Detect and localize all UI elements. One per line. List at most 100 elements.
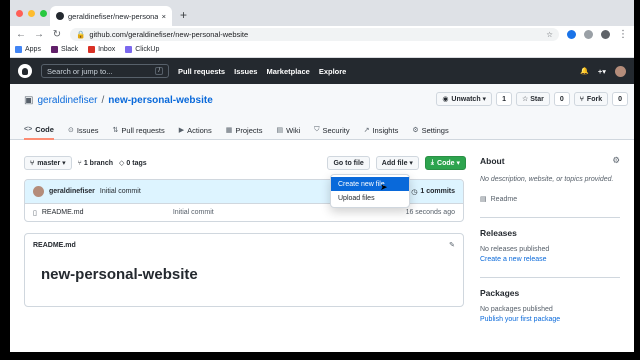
file-toolbar: ⑂ master ▾ ⑂ 1 branch ◇ 0 tags Go to file A…: [24, 155, 466, 171]
url-text: github.com/geraldinefiser/new-personal-w…: [89, 29, 249, 39]
nav-issues[interactable]: Issues: [234, 67, 257, 76]
repo-title-separator: /: [101, 95, 105, 106]
graph-icon: ↗: [363, 127, 370, 134]
browser-menu-icon[interactable]: ⋮: [618, 29, 628, 40]
tab-settings[interactable]: ⚙ Settings: [412, 120, 448, 140]
bookmark-star-icon[interactable]: ☆: [546, 30, 553, 39]
tab-code[interactable]: <> Code: [24, 120, 54, 140]
url-bar[interactable]: 🔒 github.com/geraldinefiser/new-personal…: [70, 27, 559, 41]
star-count[interactable]: 0: [553, 92, 570, 106]
repo-nav: <> Code ⊙ Issues ⇅ Pull requests ▶ Actions ▦…: [24, 120, 449, 140]
tab-projects[interactable]: ▦ Projects: [226, 120, 263, 140]
shield-icon: ⛉: [314, 126, 320, 133]
tab-pull-requests[interactable]: ⇅ Pull requests: [113, 120, 165, 140]
user-avatar[interactable]: [615, 65, 626, 77]
about-heading: About ⚙: [480, 155, 620, 166]
create-new-file-item[interactable]: Create new file: [331, 177, 409, 191]
bookmark-inbox[interactable]: Inbox: [88, 46, 115, 53]
back-icon[interactable]: ←: [16, 29, 26, 40]
close-window-button[interactable]: [16, 10, 23, 17]
commit-message[interactable]: Initial commit: [100, 188, 141, 195]
tab-insights[interactable]: ↗ Insights: [364, 120, 399, 140]
watch-count[interactable]: 1: [496, 92, 512, 106]
minimize-window-button[interactable]: [28, 10, 35, 17]
repo-description: No description, website, or topics provi…: [480, 176, 614, 183]
upload-files-item[interactable]: Upload files: [331, 191, 409, 205]
extension-icon[interactable]: [584, 29, 593, 39]
file-commit-message[interactable]: Initial commit: [173, 209, 401, 216]
releases-heading: Releases: [480, 228, 517, 238]
extension-icon[interactable]: [567, 29, 576, 39]
eye-icon: ◉: [442, 96, 449, 103]
star-button[interactable]: ☆ Star: [515, 92, 550, 106]
history-icon: ◷: [411, 188, 418, 196]
packages-section: Packages No packages published Publish y…: [480, 277, 620, 323]
nav-pull-requests[interactable]: Pull requests: [178, 67, 225, 76]
pull-request-icon: ⇅: [112, 127, 119, 134]
fork-icon: ⑂: [579, 95, 584, 103]
project-icon: ▦: [225, 127, 233, 134]
play-icon: ▶: [178, 127, 185, 134]
readme-header: README.md ✎: [25, 234, 463, 256]
create-release-link[interactable]: Create a new release: [480, 256, 620, 263]
profile-avatar[interactable]: [601, 29, 610, 39]
tab-security[interactable]: ⛉ Security: [314, 120, 349, 140]
tab-actions[interactable]: ▶ Actions: [179, 120, 212, 140]
lock-icon: 🔒: [76, 29, 86, 39]
tag-icon: ◇: [119, 160, 125, 167]
forward-icon[interactable]: →: [34, 29, 44, 40]
apps-icon: [15, 46, 22, 53]
tags-link[interactable]: ◇ 0 tags: [119, 159, 147, 168]
releases-empty: No releases published: [480, 246, 550, 253]
tab-close-icon[interactable]: ×: [162, 12, 166, 21]
file-icon: ▯: [33, 209, 37, 217]
bookmark-apps[interactable]: Apps: [15, 46, 41, 53]
readme-box: README.md ✎ new-personal-website: [24, 233, 464, 307]
file-name[interactable]: README.md: [42, 209, 168, 216]
bookmark-slack[interactable]: Slack: [50, 46, 78, 53]
readme-link[interactable]: ▤ Readme: [480, 195, 620, 204]
go-to-file-button[interactable]: Go to file: [327, 156, 370, 170]
book-icon: ▤: [480, 196, 487, 203]
branches-link[interactable]: ⑂ 1 branch: [78, 160, 113, 167]
commits-link[interactable]: ◷ 1 commits: [411, 188, 455, 196]
add-file-button[interactable]: Add file ▾: [375, 156, 419, 170]
readme-heading: new-personal-website: [41, 266, 198, 283]
fork-button[interactable]: ⑂ Fork: [573, 92, 609, 106]
slack-icon: [50, 46, 58, 53]
gear-icon[interactable]: ⚙: [612, 155, 620, 166]
repo-name-link[interactable]: new-personal-website: [108, 95, 212, 106]
bookmark-clickup[interactable]: ClickUp: [125, 46, 159, 53]
tab-issues[interactable]: ⊙ Issues: [68, 120, 99, 140]
clickup-icon: [125, 46, 133, 53]
notifications-bell-icon[interactable]: 🔔: [580, 67, 589, 75]
code-button[interactable]: ⤓ Code ▾: [424, 156, 466, 170]
browser-tab[interactable]: geraldinefiser/new-personal-w ×: [50, 6, 172, 26]
new-tab-button[interactable]: +: [180, 8, 187, 22]
tab-wiki[interactable]: ▤ Wiki: [276, 120, 300, 140]
create-new-menu[interactable]: +▾: [598, 67, 606, 76]
branch-select-button[interactable]: ⑂ master ▾: [24, 156, 72, 170]
edit-pencil-icon[interactable]: ✎: [449, 241, 455, 249]
reload-icon[interactable]: ↻: [52, 29, 62, 40]
header-right-actions: 🔔 +▾: [580, 65, 626, 77]
repo-header: ▣ geraldinefiser / new-personal-website …: [10, 84, 634, 140]
unwatch-button[interactable]: ◉ Unwatch ▾: [436, 92, 493, 106]
maximize-window-button[interactable]: [40, 10, 47, 17]
repo-icon: ▣: [24, 95, 34, 106]
repo-owner-link[interactable]: geraldinefiser: [37, 95, 97, 106]
browser-window: geraldinefiser/new-personal-w × + ← → ↻ …: [10, 0, 634, 352]
releases-section: Releases No releases published Create a …: [480, 217, 620, 263]
author-avatar[interactable]: [33, 186, 44, 197]
packages-heading: Packages: [480, 288, 520, 298]
gmail-icon: [88, 46, 96, 53]
publish-package-link[interactable]: Publish your first package: [480, 316, 620, 323]
nav-marketplace[interactable]: Marketplace: [266, 67, 309, 76]
nav-explore[interactable]: Explore: [319, 67, 347, 76]
commit-author[interactable]: geraldinefiser: [49, 188, 95, 195]
github-search-input[interactable]: Search or jump to... /: [41, 64, 169, 78]
github-logo-icon[interactable]: [18, 64, 32, 78]
tab-strip: geraldinefiser/new-personal-w × +: [10, 0, 634, 26]
branch-icon: ⑂: [30, 159, 35, 167]
fork-count[interactable]: 0: [612, 92, 628, 106]
